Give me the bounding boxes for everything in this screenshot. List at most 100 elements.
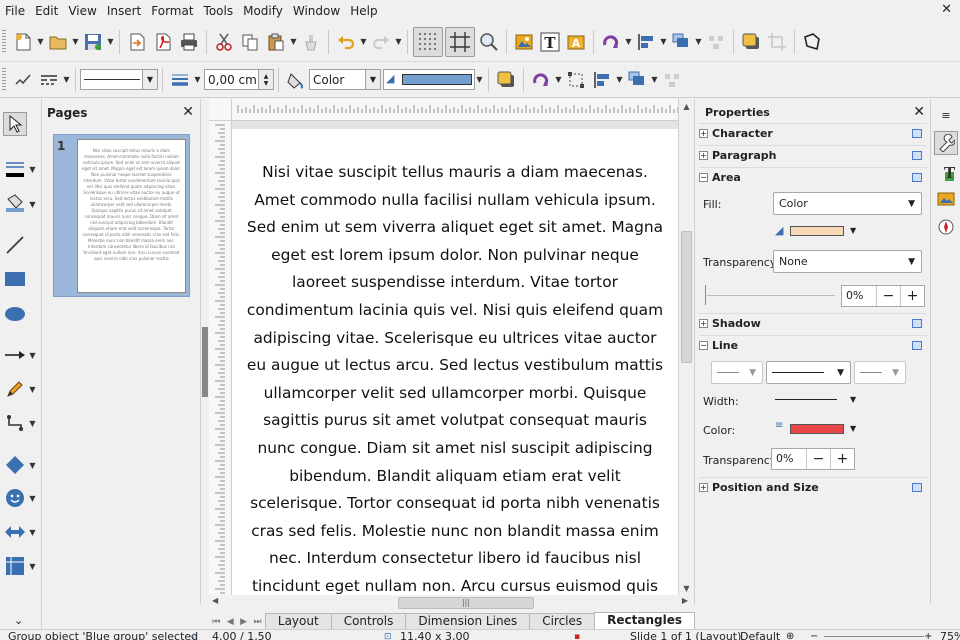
line-width-icon[interactable] — [168, 68, 192, 92]
line-color-swatch[interactable] — [790, 424, 844, 434]
more-options-icon[interactable] — [912, 151, 922, 160]
horizontal-ruler[interactable] — [232, 99, 678, 121]
transparency-slider[interactable] — [707, 295, 835, 296]
collapse-icon[interactable]: − — [699, 173, 708, 182]
save-icon[interactable] — [81, 30, 105, 54]
menu-modify[interactable]: Modify — [238, 0, 288, 22]
line-width-field[interactable]: 0,00 cm ▲ ▼ — [204, 69, 274, 90]
display-grid-icon[interactable] — [413, 26, 443, 57]
expand-icon[interactable]: + — [699, 483, 708, 492]
new-document-icon[interactable] — [11, 30, 35, 54]
line-color-tool[interactable]: ▼ — [3, 156, 39, 182]
arrow-line-icon[interactable] — [3, 343, 27, 367]
vertical-scroll-thumb[interactable] — [681, 231, 692, 363]
menu-edit[interactable]: Edit — [30, 0, 63, 22]
helplines-icon[interactable] — [445, 26, 475, 57]
scroll-up-icon[interactable]: ▲ — [679, 99, 694, 113]
symbol-shapes-dropdown-icon[interactable]: ▼ — [28, 494, 37, 503]
curve-tool[interactable]: ▼ — [3, 376, 39, 402]
menu-help[interactable]: Help — [345, 0, 382, 22]
line-color-icon[interactable] — [3, 157, 27, 181]
line-end-arrow-select[interactable]: ▼ — [854, 361, 906, 384]
diamond-icon[interactable] — [3, 453, 27, 477]
decrement-icon[interactable]: − — [806, 449, 830, 469]
redo-dropdown-icon[interactable]: ▼ — [394, 37, 403, 46]
fill-color-dropdown-icon[interactable]: ▼ — [850, 226, 856, 235]
connector-tool[interactable]: ▼ — [3, 410, 39, 436]
open-dropdown-icon[interactable]: ▼ — [71, 37, 80, 46]
paste-icon[interactable] — [264, 30, 288, 54]
clone-formatting-icon[interactable] — [299, 30, 323, 54]
ellipse-tool[interactable] — [3, 301, 39, 327]
arrange-dropdown-icon[interactable]: ▼ — [694, 37, 703, 46]
tab-layout[interactable]: Layout — [264, 613, 332, 629]
area-transparency-spin[interactable]: 0% − + — [841, 285, 925, 307]
scroll-down-icon[interactable]: ▼ — [679, 581, 694, 595]
document-modified-icon[interactable]: ▪ — [574, 630, 580, 640]
next-tab-icon[interactable]: ▶ — [240, 617, 247, 627]
sidebar-menu-icon[interactable]: ≡ — [934, 103, 958, 127]
rotate-dropdown-icon[interactable]: ▼ — [624, 37, 633, 46]
open-folder-icon[interactable] — [46, 30, 70, 54]
area-color-dropdown-icon[interactable]: ▼ — [475, 75, 484, 84]
page[interactable]: Nisi vitae suscipit tellus mauris a diam… — [232, 129, 678, 595]
fill-color-icon[interactable] — [3, 192, 27, 216]
block-arrows-dropdown-icon[interactable]: ▼ — [28, 528, 37, 537]
tab-dimension-lines[interactable]: Dimension Lines — [405, 613, 531, 629]
horizontal-scroll-thumb[interactable]: ||| — [398, 597, 534, 609]
close-document-icon[interactable]: ✕ — [941, 2, 952, 17]
zoom-in-icon[interactable]: + — [924, 630, 932, 640]
copy-icon[interactable] — [238, 30, 262, 54]
line-width-preview[interactable] — [775, 399, 837, 400]
tab-rectangles[interactable]: Rectangles — [594, 612, 695, 629]
line-style-select[interactable]: ▼ — [766, 361, 851, 384]
line-width-dropdown-icon[interactable]: ▼ — [850, 395, 856, 404]
menu-format[interactable]: Format — [146, 0, 198, 22]
more-options-icon[interactable] — [912, 173, 922, 182]
first-tab-icon[interactable]: ⏮ — [212, 617, 220, 627]
line-style-combo[interactable]: ▼ — [80, 69, 158, 90]
connector-dropdown-icon[interactable]: ▼ — [28, 419, 37, 428]
insert-text-icon[interactable]: T — [538, 30, 562, 54]
shadow-icon[interactable] — [739, 30, 763, 54]
toolbar-grip[interactable] — [2, 67, 6, 92]
zoom-slider[interactable] — [824, 636, 924, 637]
menu-tools[interactable]: Tools — [199, 0, 239, 22]
align-dropdown-icon[interactable]: ▼ — [659, 37, 668, 46]
section-position-and-size[interactable]: + Position and Size — [699, 477, 927, 497]
crop-icon[interactable] — [765, 30, 789, 54]
area-style-combo[interactable]: Color ▼ — [309, 69, 381, 90]
zoom-pan-icon[interactable] — [477, 30, 501, 54]
insert-image-icon[interactable] — [512, 30, 536, 54]
line-icon[interactable] — [3, 233, 27, 257]
pencil-icon[interactable] — [3, 377, 27, 401]
select-tool[interactable] — [3, 111, 39, 137]
line-width-dropdown-icon[interactable]: ▼ — [193, 75, 202, 84]
scroll-right-icon[interactable]: ▶ — [682, 596, 688, 605]
align-dropdown-icon[interactable]: ▼ — [615, 75, 624, 84]
rotate-icon[interactable] — [529, 68, 553, 92]
fill-color-tool[interactable]: ▼ — [3, 191, 39, 217]
increment-icon[interactable]: + — [830, 449, 854, 469]
points-edit-icon[interactable] — [800, 30, 824, 54]
cut-icon[interactable] — [212, 30, 236, 54]
last-tab-icon[interactable]: ⏭ — [254, 617, 262, 627]
tab-controls[interactable]: Controls — [330, 613, 407, 629]
flowchart-tool[interactable]: ▼ — [3, 553, 39, 579]
expand-icon[interactable]: + — [699, 151, 708, 160]
gallery-icon[interactable] — [934, 187, 958, 211]
rotate-dropdown-icon[interactable]: ▼ — [554, 75, 563, 84]
print-icon[interactable] — [177, 30, 201, 54]
decrement-icon[interactable]: − — [876, 286, 900, 306]
undo-icon[interactable] — [334, 30, 358, 54]
more-options-icon[interactable] — [912, 483, 922, 492]
vertical-ruler[interactable] — [209, 121, 232, 595]
scroll-left-icon[interactable]: ◀ — [212, 596, 218, 605]
section-line[interactable]: − Line — [699, 335, 927, 355]
lines-arrows-dropdown-icon[interactable]: ▼ — [28, 351, 37, 360]
align-icon[interactable] — [590, 68, 614, 92]
rectangle-icon[interactable] — [3, 267, 27, 291]
line-start-arrow-select[interactable]: ▼ — [711, 361, 763, 384]
toolbar-grip[interactable] — [2, 29, 6, 54]
status-master[interactable]: Default — [740, 630, 780, 640]
